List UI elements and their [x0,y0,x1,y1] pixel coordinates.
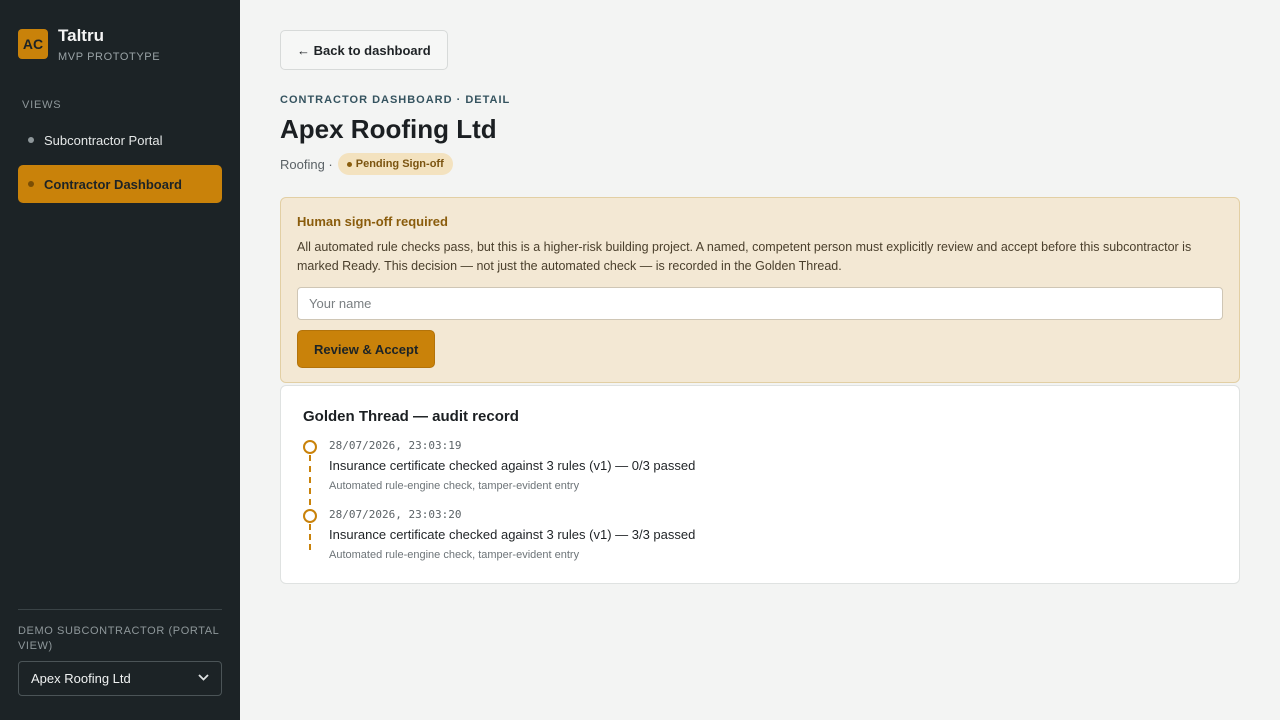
timeline-subtext: Automated rule-engine check, tamper-evid… [329,549,580,561]
demo-subcontractor-value: Apex Roofing Ltd [31,671,131,686]
brand-name: Taltru [58,26,104,45]
timeline-subtext: Automated rule-engine check, tamper-evid… [329,480,580,492]
sidebar-item-label: Contractor Dashboard [44,176,182,192]
brand-subtitle: MVP PROTOTYPE [58,51,161,63]
timeline-entry: 28/07/2026, 23:03:19 Insurance certifica… [303,439,1217,508]
sidebar: AC Taltru MVP PROTOTYPE VIEWS Subcontrac… [0,0,240,720]
timeline-text: Insurance certificate checked against 3 … [329,458,696,473]
review-accept-button[interactable]: Review & Accept [297,330,436,368]
sidebar-nav: Subcontractor Portal Contractor Dashboar… [18,121,222,203]
timeline-entry: 28/07/2026, 23:03:20 Insurance certifica… [303,508,1217,561]
demo-subcontractor-block: DEMO SUBCONTRACTOR (PORTAL VIEW) Apex Ro… [18,609,222,696]
timeline-timestamp: 28/07/2026, 23:03:19 [329,439,462,452]
main-content: ← Back to dashboard CONTRACTOR DASHBOARD… [240,0,1280,720]
signoff-description: All automated rule checks pass, but this… [297,240,1192,273]
audit-timeline: 28/07/2026, 23:03:19 Insurance certifica… [303,439,1217,561]
views-label: VIEWS [22,99,62,111]
meta-row: Roofing · Pending Sign-off [280,153,1240,175]
back-to-dashboard-button[interactable]: ← Back to dashboard [280,30,448,70]
timeline-text: Insurance certificate checked against 3 … [329,527,696,542]
signoff-title: Human sign-off required [297,214,448,229]
demo-subcontractor-label: DEMO SUBCONTRACTOR (PORTAL VIEW) [18,625,219,652]
status-dot-icon [346,161,352,167]
chevron-down-icon [198,673,209,684]
audit-record-panel: Golden Thread — audit record 28/07/2026,… [280,385,1240,584]
name-input[interactable] [297,287,1223,320]
sidebar-item-contractor-dashboard[interactable]: Contractor Dashboard [18,165,222,203]
bullet-icon [28,137,34,143]
timeline-connector [309,455,311,505]
audit-record-title: Golden Thread — audit record [303,408,519,425]
demo-subcontractor-select[interactable]: Apex Roofing Ltd [18,661,222,696]
sidebar-item-label: Subcontractor Portal [44,132,163,148]
status-badge: Pending Sign-off [337,153,453,175]
sidebar-item-subcontractor-portal[interactable]: Subcontractor Portal [18,121,222,159]
brand-logo: AC [18,29,48,59]
brand-text: Taltru MVP PROTOTYPE [58,26,160,63]
timeline-connector [309,524,311,550]
signoff-panel: Human sign-off required All automated ru… [280,197,1240,383]
timeline-timestamp: 28/07/2026, 23:03:20 [329,508,462,521]
page-title: Apex Roofing Ltd [280,114,497,144]
breadcrumb: CONTRACTOR DASHBOARD · DETAIL [280,94,511,106]
brand: AC Taltru MVP PROTOTYPE [18,26,222,63]
bullet-icon [28,181,34,187]
trade-label: Roofing · [280,156,333,172]
timeline-node-icon [303,440,317,454]
timeline-node-icon [303,509,317,523]
status-badge-label: Pending Sign-off [355,158,444,170]
